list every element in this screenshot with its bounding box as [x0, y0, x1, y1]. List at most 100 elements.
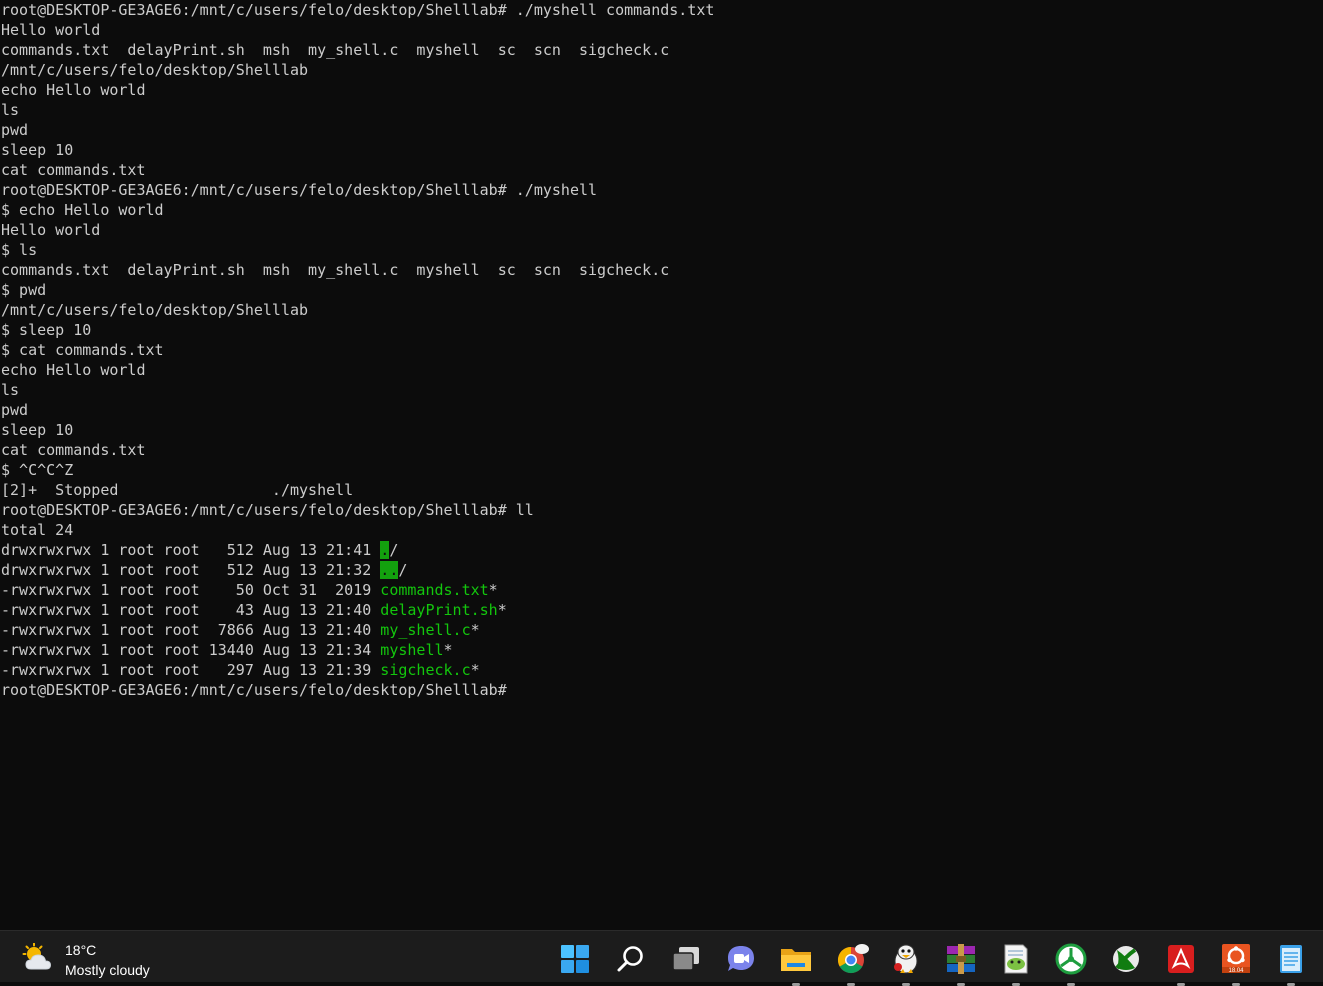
weather-temperature: 18°C	[65, 942, 97, 958]
terminal-line: drwxrwxrwx 1 root root 512 Aug 13 21:32 …	[0, 560, 1323, 580]
terminal-line: $ ls	[0, 240, 1323, 260]
terminal-line: Hello world	[0, 20, 1323, 40]
terminal-text: commands.txt delayPrint.sh msh my_shell.…	[1, 41, 670, 59]
executable-filename: commands.txt	[380, 581, 489, 599]
directory-name: .	[380, 541, 390, 559]
terminal-line: root@DESKTOP-GE3AGE6:/mnt/c/users/felo/d…	[0, 500, 1323, 520]
terminal-text: -rwxrwxrwx 1 root root 7866 Aug 13 21:40	[1, 621, 381, 639]
terminal-text: $ ^C^C^Z	[1, 461, 74, 479]
terminal-text: pwd	[1, 121, 29, 139]
terminal-line: pwd	[0, 400, 1323, 420]
terminal-line: /mnt/c/users/felo/desktop/Shelllab	[0, 300, 1323, 320]
search-icon	[611, 939, 651, 979]
weather-condition: Mostly cloudy	[65, 962, 150, 978]
terminal-text: root@DESKTOP-GE3AGE6:/mnt/c/users/felo/d…	[1, 681, 516, 699]
terminal-text: *	[470, 621, 480, 639]
directory-name: ..	[380, 561, 399, 579]
acrobat-reader-icon	[1161, 939, 1201, 979]
terminal-text: $ cat commands.txt	[1, 341, 164, 359]
terminal-text: ls	[1, 381, 20, 399]
terminal-text: pwd	[1, 401, 29, 419]
terminal-text: sleep 10	[1, 421, 74, 439]
executable-filename: delayPrint.sh	[380, 601, 498, 619]
chat-button[interactable]	[721, 939, 761, 979]
file-explorer-icon	[776, 939, 816, 979]
terminal-line: commands.txt delayPrint.sh msh my_shell.…	[0, 260, 1323, 280]
chrome-icon	[831, 939, 871, 979]
terminal-line: sleep 10	[0, 420, 1323, 440]
terminal-line: -rwxrwxrwx 1 root root 7866 Aug 13 21:40…	[0, 620, 1323, 640]
terminal-line: root@DESKTOP-GE3AGE6:/mnt/c/users/felo/d…	[0, 180, 1323, 200]
notepad-button[interactable]	[1271, 939, 1311, 986]
xbox-button[interactable]	[1106, 939, 1146, 979]
start-button[interactable]	[555, 939, 595, 979]
terminal-text: /mnt/c/users/felo/desktop/Shelllab	[1, 301, 309, 319]
executable-filename: myshell	[380, 641, 444, 659]
terminal-text: drwxrwxrwx 1 root root 512 Aug 13 21:41	[1, 541, 381, 559]
terminal-text: $ sleep 10	[1, 321, 92, 339]
terminal-text: /	[398, 561, 408, 579]
search-button[interactable]	[611, 939, 651, 979]
terminal-text: drwxrwxrwx 1 root root 512 Aug 13 21:32	[1, 561, 381, 579]
terminal-text: /	[389, 541, 399, 559]
terminal-text: cat commands.txt	[1, 441, 146, 459]
winrar-icon	[941, 939, 981, 979]
terminal-text: echo Hello world	[1, 361, 146, 379]
terminal-line: commands.txt delayPrint.sh msh my_shell.…	[0, 40, 1323, 60]
green-circle-app-button[interactable]	[1051, 939, 1091, 986]
terminal-line: total 24	[0, 520, 1323, 540]
task-view-button[interactable]	[666, 939, 706, 979]
file-explorer-button[interactable]	[776, 939, 816, 986]
terminal-text: *	[488, 581, 498, 599]
chrome-button[interactable]	[831, 939, 871, 986]
terminal-text: Hello world	[1, 21, 101, 39]
terminal-window[interactable]: root@DESKTOP-GE3AGE6:/mnt/c/users/felo/d…	[0, 0, 1323, 930]
terminal-text: root@DESKTOP-GE3AGE6:/mnt/c/users/felo/d…	[1, 181, 598, 199]
notepad-plus-plus-icon	[996, 939, 1036, 979]
terminal-line: echo Hello world	[0, 360, 1323, 380]
terminal-text: sleep 10	[1, 141, 74, 159]
terminal-line: pwd	[0, 120, 1323, 140]
terminal-line: $ ^C^C^Z	[0, 460, 1323, 480]
tux-app-button[interactable]	[886, 939, 926, 986]
terminal-line: [2]+ Stopped ./myshell	[0, 480, 1323, 500]
terminal-line: -rwxrwxrwx 1 root root 297 Aug 13 21:39 …	[0, 660, 1323, 680]
teams-chat-icon	[721, 939, 761, 979]
terminal-text: ls	[1, 101, 20, 119]
terminal-text: $ ls	[1, 241, 38, 259]
notepad-plus-plus-button[interactable]	[996, 939, 1036, 986]
terminal-text: $ echo Hello world	[1, 201, 164, 219]
terminal-text: *	[443, 641, 453, 659]
executable-filename: my_shell.c	[380, 621, 471, 639]
terminal-text: -rwxrwxrwx 1 root root 43 Aug 13 21:40	[1, 601, 381, 619]
terminal-text: -rwxrwxrwx 1 root root 50 Oct 31 2019	[1, 581, 381, 599]
terminal-text: *	[470, 661, 480, 679]
terminal-text: $ pwd	[1, 281, 47, 299]
terminal-line: cat commands.txt	[0, 160, 1323, 180]
terminal-line: -rwxrwxrwx 1 root root 13440 Aug 13 21:3…	[0, 640, 1323, 660]
ubuntu-icon: 18.04	[1216, 939, 1256, 979]
acrobat-reader-button[interactable]	[1161, 939, 1201, 986]
terminal-line: $ pwd	[0, 280, 1323, 300]
task-view-icon	[666, 939, 706, 979]
notepad-icon	[1271, 939, 1311, 979]
ubuntu-button[interactable]: 18.04	[1216, 939, 1256, 986]
xbox-icon	[1106, 939, 1146, 979]
terminal-line: -rwxrwxrwx 1 root root 50 Oct 31 2019 co…	[0, 580, 1323, 600]
terminal-line: echo Hello world	[0, 80, 1323, 100]
terminal-text: total 24	[1, 521, 74, 539]
terminal-text: root@DESKTOP-GE3AGE6:/mnt/c/users/felo/d…	[1, 1, 715, 19]
terminal-line: $ echo Hello world	[0, 200, 1323, 220]
terminal-line: root@DESKTOP-GE3AGE6:/mnt/c/users/felo/d…	[0, 680, 1323, 700]
terminal-text: echo Hello world	[1, 81, 146, 99]
winrar-button[interactable]	[941, 939, 981, 986]
terminal-line: sleep 10	[0, 140, 1323, 160]
tux-penguin-icon	[886, 939, 926, 979]
terminal-line: cat commands.txt	[0, 440, 1323, 460]
terminal-line: root@DESKTOP-GE3AGE6:/mnt/c/users/felo/d…	[0, 0, 1323, 20]
windows-start-icon	[555, 939, 595, 979]
partly-cloudy-icon	[22, 942, 56, 973]
terminal-text: /mnt/c/users/felo/desktop/Shelllab	[1, 61, 309, 79]
taskbar: 18°C Mostly cloudy 18.04	[0, 930, 1323, 986]
terminal-text: -rwxrwxrwx 1 root root 13440 Aug 13 21:3…	[1, 641, 381, 659]
